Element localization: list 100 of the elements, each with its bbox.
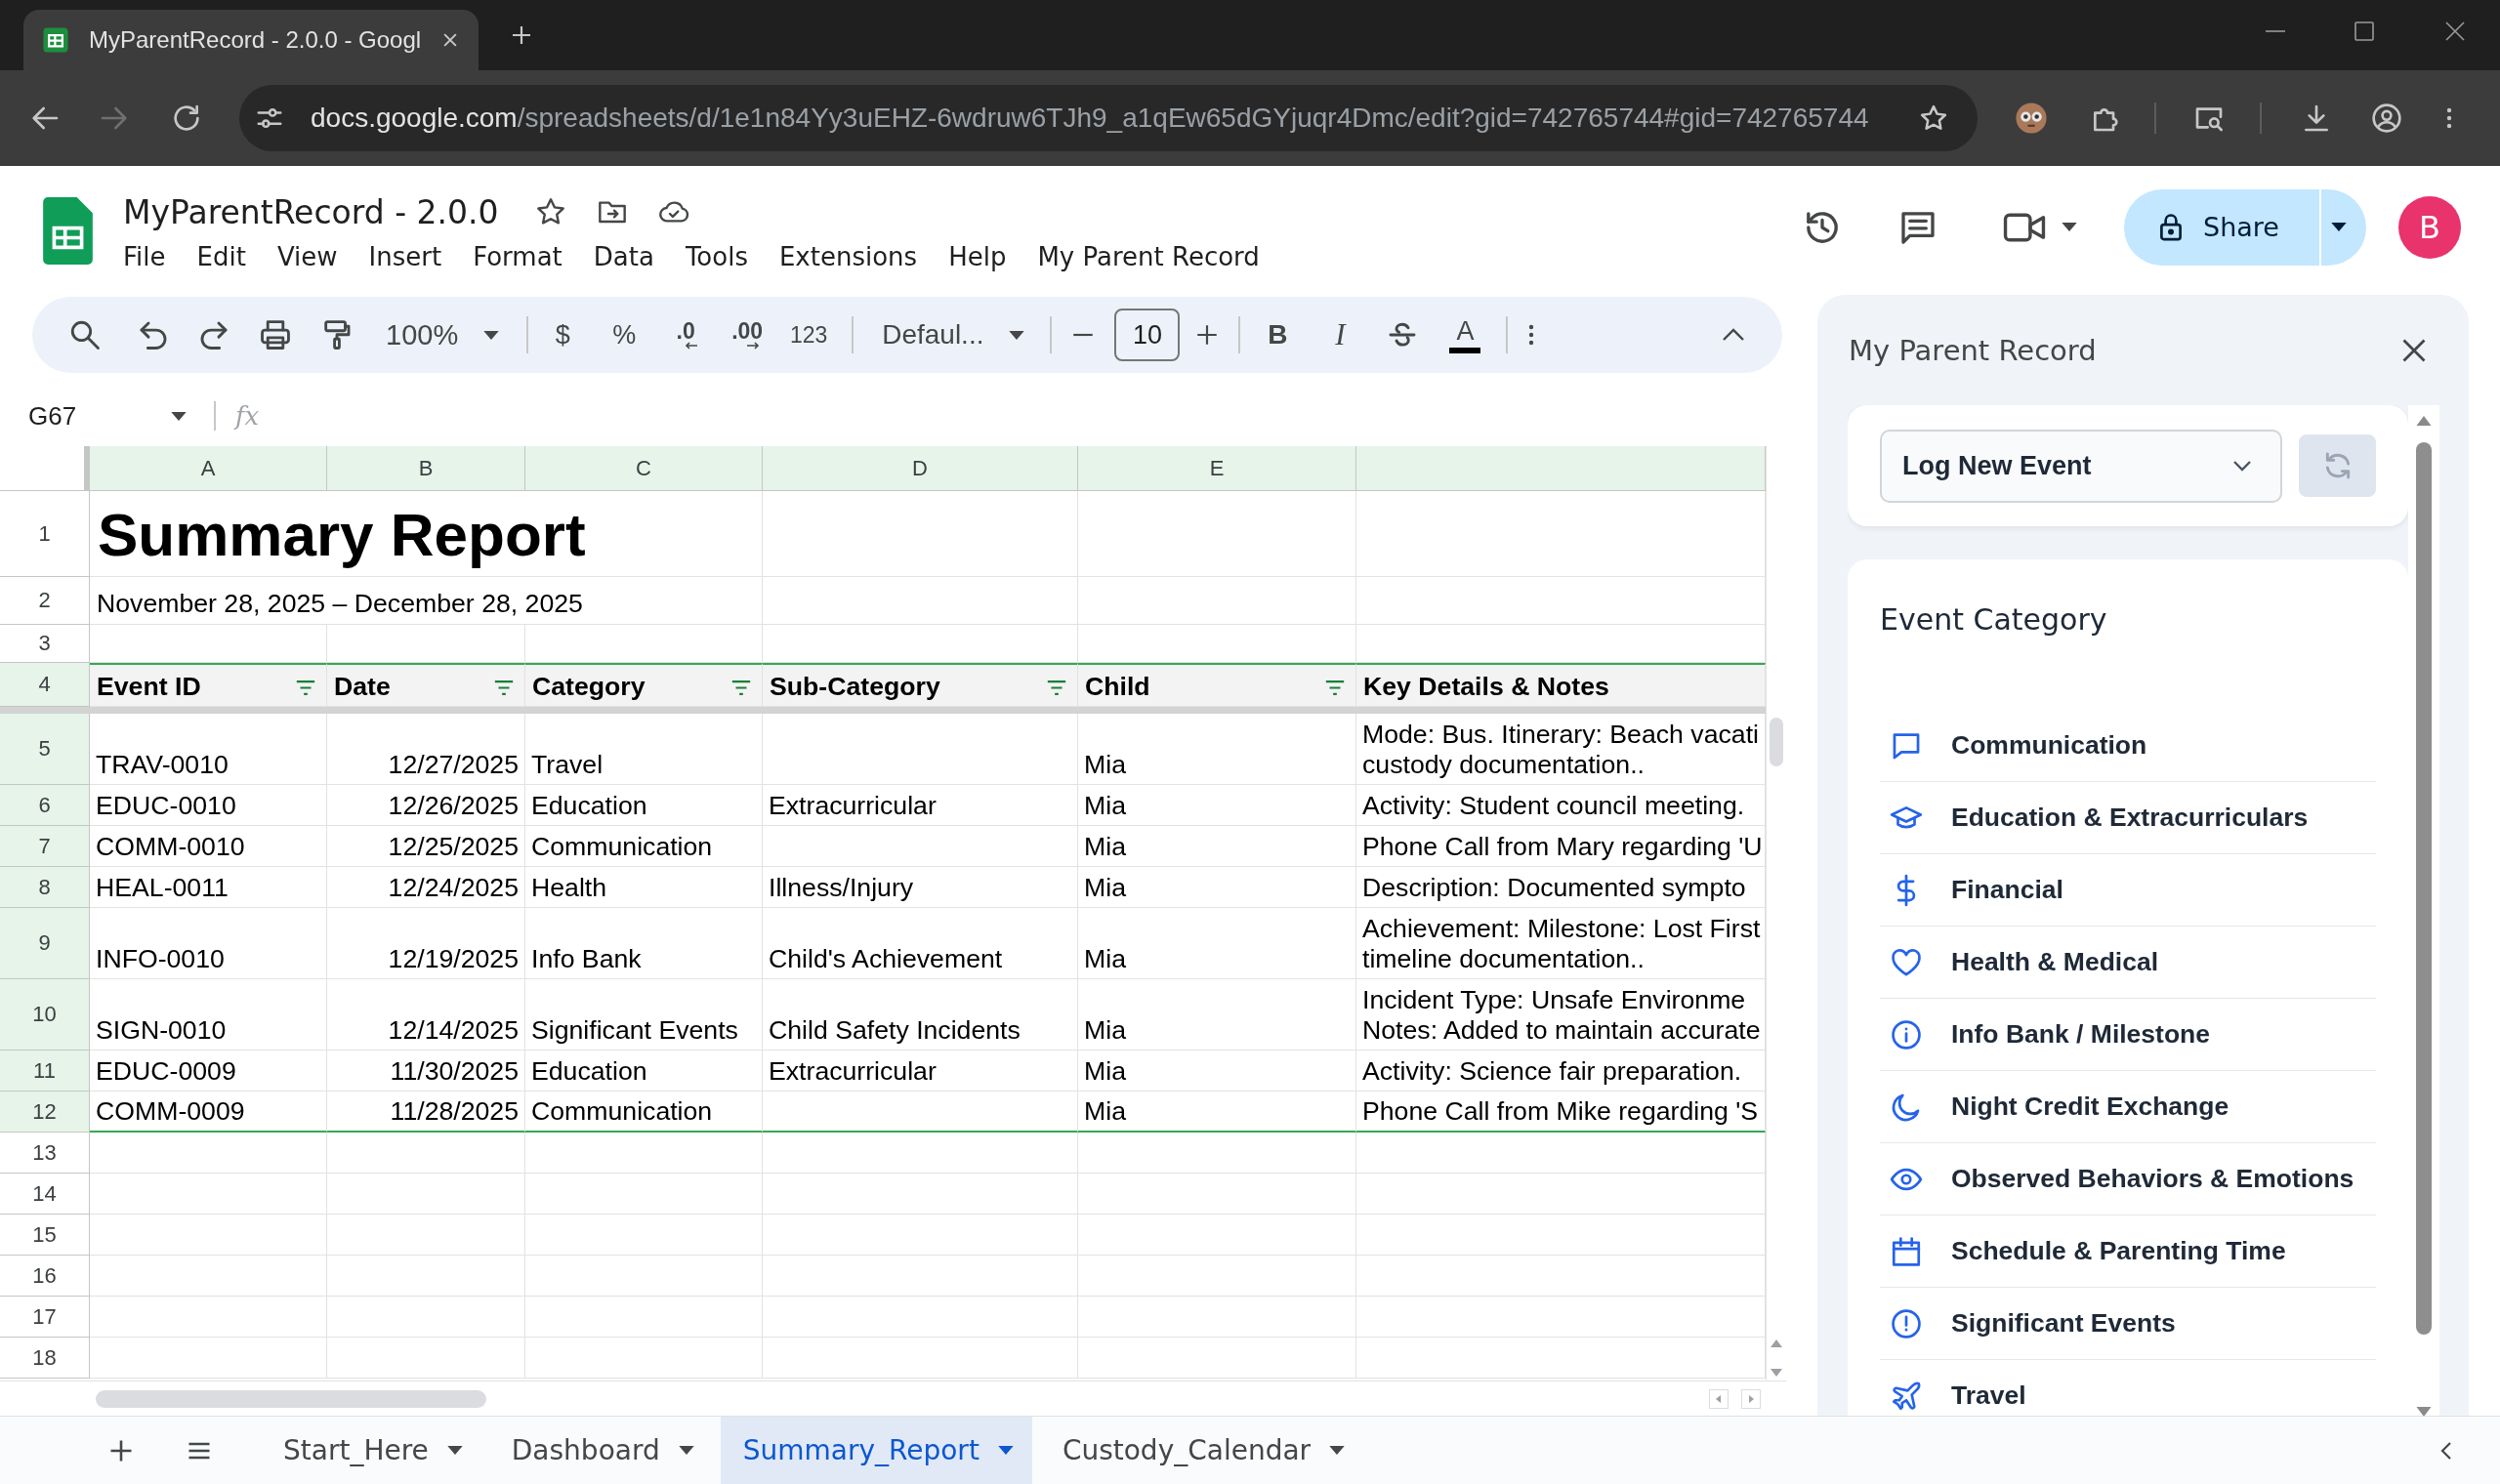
bookmark-star-icon[interactable] bbox=[1919, 103, 1948, 133]
row-number: 15 bbox=[0, 1215, 90, 1256]
category-item[interactable]: Communication bbox=[1880, 710, 2376, 782]
number-format-button[interactable]: 123 bbox=[781, 308, 837, 362]
category-item[interactable]: Education & Extracurriculars bbox=[1880, 782, 2376, 854]
chevron-down-icon bbox=[2232, 460, 2252, 472]
address-bar[interactable]: docs.google.com/spreadsheets/d/1e1n84Yy3uEHZ-6wdruw6TJh9_a1qEw65dGYjuqr4Dmc/edit?gid=742765744#gid=742765744 bbox=[239, 85, 1978, 151]
column-header: A bbox=[90, 446, 327, 491]
category-item[interactable]: Financial bbox=[1880, 854, 2376, 927]
number-format-button[interactable]: $ bbox=[535, 308, 591, 362]
category-item[interactable]: Observed Behaviors & Emotions bbox=[1880, 1143, 2376, 1216]
category-item[interactable]: Info Bank / Milestone bbox=[1880, 999, 2376, 1071]
sheet-tab[interactable]: Start_Here bbox=[261, 1417, 481, 1484]
font-dropdown[interactable]: Defaul... bbox=[870, 308, 1034, 362]
table-cell: Significant Events bbox=[525, 979, 763, 1051]
report-title: Summary Report bbox=[90, 491, 763, 577]
table-cell: Activity: Student council meeting. bbox=[1356, 785, 1766, 826]
table-cell: Info Bank bbox=[525, 908, 763, 979]
category-item[interactable]: Schedule & Parenting Time bbox=[1880, 1216, 2376, 1288]
browser-tab[interactable]: MyParentRecord - 2.0.0 - Googl bbox=[23, 10, 479, 70]
scroll-down-arrow-icon[interactable] bbox=[2416, 1407, 2432, 1416]
sheet-tab[interactable]: Summary_Report bbox=[720, 1417, 1032, 1484]
filter-icon[interactable] bbox=[1046, 680, 1067, 696]
column-header: E bbox=[1078, 446, 1356, 491]
kebab-menu-icon[interactable] bbox=[2445, 105, 2453, 131]
printer-icon[interactable] bbox=[259, 318, 292, 351]
menu-item[interactable]: Format bbox=[457, 239, 578, 274]
row-number: 16 bbox=[0, 1256, 90, 1297]
calendar-icon bbox=[1890, 1234, 1923, 1268]
more-options-icon[interactable] bbox=[1527, 322, 1536, 348]
filter-icon[interactable] bbox=[295, 680, 316, 696]
table-cell: 12/19/2025 bbox=[327, 908, 525, 979]
table-cell: Communication bbox=[525, 1092, 763, 1133]
menu-item[interactable]: Insert bbox=[353, 239, 458, 274]
menu-item[interactable]: File bbox=[107, 239, 182, 274]
account-icon[interactable] bbox=[2371, 103, 2402, 134]
filter-icon[interactable] bbox=[1324, 680, 1346, 696]
category-item[interactable]: Significant Events bbox=[1880, 1288, 2376, 1360]
scrollbar-thumb[interactable] bbox=[2416, 442, 2432, 1335]
text-color-button[interactable]: A bbox=[1438, 308, 1493, 362]
face-icon[interactable] bbox=[2015, 102, 2048, 135]
category-item[interactable]: Health & Medical bbox=[1880, 927, 2376, 999]
close-icon[interactable] bbox=[2443, 20, 2467, 43]
panel-title: My Parent Record bbox=[1849, 333, 2097, 367]
bold-button[interactable]: B bbox=[1250, 308, 1306, 362]
category-item[interactable]: Night Credit Exchange bbox=[1880, 1071, 2376, 1143]
scroll-up-arrow-icon[interactable] bbox=[2416, 416, 2432, 426]
row-number: 1 bbox=[0, 491, 90, 577]
search-icon[interactable] bbox=[68, 318, 102, 351]
scroll-down-arrow-icon[interactable] bbox=[1771, 1369, 1782, 1377]
scrollbar-thumb[interactable] bbox=[1770, 718, 1783, 766]
font-size-field[interactable]: 10 bbox=[1114, 309, 1181, 361]
caret-icon bbox=[2331, 223, 2347, 231]
menu-item[interactable]: Help bbox=[933, 239, 1022, 274]
table-cell: Mia bbox=[1078, 1051, 1356, 1092]
column-heading: Date bbox=[334, 672, 391, 702]
table-cell: Mia bbox=[1078, 867, 1356, 908]
zoom-dropdown[interactable]: 100% bbox=[374, 308, 509, 362]
number-format-button[interactable]: % bbox=[597, 308, 652, 362]
plus-icon[interactable] bbox=[510, 23, 533, 47]
caret-icon[interactable] bbox=[2062, 223, 2077, 231]
menu-item[interactable]: Edit bbox=[181, 239, 262, 274]
filter-icon[interactable] bbox=[730, 680, 752, 696]
menu-item[interactable]: Extensions bbox=[763, 239, 934, 274]
table-cell: Phone Call from Mary regarding 'U bbox=[1356, 826, 1766, 867]
table-cell: EDUC-0010 bbox=[90, 785, 327, 826]
scrollbar-thumb[interactable] bbox=[96, 1389, 486, 1408]
arrow-right-icon bbox=[746, 342, 761, 350]
menu-item[interactable]: Data bbox=[577, 239, 670, 274]
maximize-icon[interactable] bbox=[2353, 20, 2376, 43]
share-button[interactable]: Share bbox=[2124, 188, 2319, 266]
table-cell: HEAL-0011 bbox=[90, 867, 327, 908]
row-number: 17 bbox=[0, 1297, 90, 1338]
decimal-places-button[interactable]: .0 bbox=[658, 308, 714, 362]
spreadsheet-logo[interactable] bbox=[43, 197, 93, 265]
column-header: B bbox=[327, 446, 525, 491]
table-cell: 12/14/2025 bbox=[327, 979, 525, 1051]
cell-reference-box[interactable]: G67 bbox=[0, 392, 200, 439]
chevron-up-icon[interactable] bbox=[1722, 328, 1745, 342]
table-cell: 12/24/2025 bbox=[327, 867, 525, 908]
menu-item[interactable]: View bbox=[261, 239, 354, 274]
scroll-up-arrow-icon[interactable] bbox=[1771, 1340, 1782, 1347]
account-avatar[interactable]: B bbox=[2398, 195, 2461, 259]
row-number: 9 bbox=[0, 908, 90, 979]
sheet-tab[interactable]: Custody_Calendar bbox=[1039, 1417, 1364, 1484]
menu-item[interactable]: Tools bbox=[669, 239, 764, 274]
column-heading: Child bbox=[1085, 672, 1150, 702]
table-cell: Activity: Science fair preparation. bbox=[1356, 1051, 1766, 1092]
table-cell: Extracurricular bbox=[763, 785, 1078, 826]
chevron-left-icon[interactable] bbox=[2440, 1440, 2452, 1461]
table-cell: Health bbox=[525, 867, 763, 908]
decimal-places-button[interactable]: .00 bbox=[720, 308, 775, 362]
menu-item[interactable]: My Parent Record bbox=[1021, 239, 1275, 274]
event-type-select[interactable]: Log New Event bbox=[1880, 429, 2282, 503]
filter-icon[interactable] bbox=[493, 680, 515, 696]
document-title[interactable]: MyParentRecord - 2.0.0 bbox=[123, 192, 499, 231]
italic-button[interactable]: I bbox=[1312, 308, 1368, 362]
sheet-tab[interactable]: Dashboard bbox=[488, 1417, 713, 1484]
reload-icon[interactable] bbox=[171, 103, 202, 134]
table-cell: Mia bbox=[1078, 979, 1356, 1051]
